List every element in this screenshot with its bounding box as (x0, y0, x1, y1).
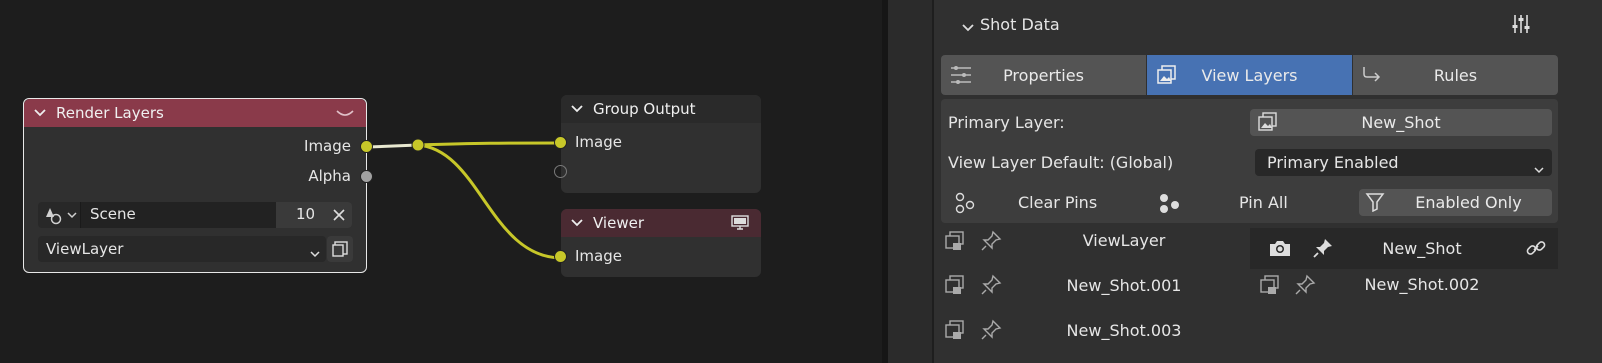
new-layer-icon[interactable] (327, 236, 353, 262)
side-gutter (888, 0, 932, 363)
layer-item-primary[interactable]: New_Shot (1250, 228, 1558, 269)
collapse-icon[interactable] (336, 105, 354, 123)
render-layers-header[interactable]: Render Layers (24, 99, 366, 127)
layer-name: New_Shot.003 (1066, 321, 1182, 340)
filter-icon (1365, 192, 1385, 212)
input-socket-image[interactable] (554, 250, 567, 263)
viewer-node[interactable]: Viewer Image (554, 209, 761, 277)
node-title: Group Output (593, 100, 696, 118)
view-layer-name: ViewLayer (46, 240, 124, 258)
view-layers-icon (1155, 64, 1177, 90)
pin-all-button[interactable]: Pin All (1156, 189, 1356, 217)
view-layer-default-label: View Layer Default: (Global) (948, 153, 1174, 172)
group-output-node[interactable]: Group Output Image (554, 95, 761, 193)
camera-icon[interactable] (943, 230, 967, 252)
scene-user-count: 10 (296, 205, 316, 223)
chevron-down-icon[interactable] (571, 105, 585, 113)
view-layer-default-value: Primary Enabled (1267, 153, 1399, 172)
pin-icon[interactable] (980, 230, 1002, 252)
output-socket-image[interactable] (360, 140, 373, 153)
input-label-image: Image (575, 247, 622, 265)
layer-name: New_Shot.001 (1066, 276, 1182, 295)
chevron-down-icon[interactable] (34, 109, 48, 117)
chevron-down-icon[interactable] (571, 219, 585, 227)
shot-data-panel: Shot Data Properties View Layers Rules P… (934, 0, 1602, 363)
camera-icon[interactable] (1268, 238, 1292, 258)
pin-all-label: Pin All (1239, 193, 1288, 212)
dropdown-arrow-icon (1534, 159, 1544, 178)
camera-icon[interactable] (943, 274, 967, 296)
rules-icon (1361, 64, 1383, 90)
clear-pins-button[interactable]: Clear Pins (948, 189, 1148, 217)
link-image-reroute (367, 143, 419, 149)
view-layer-default-dropdown[interactable]: Primary Enabled (1255, 149, 1552, 176)
clear-pins-label: Clear Pins (1018, 193, 1098, 212)
primary-layer-value: New_Shot (1361, 113, 1441, 132)
tab-label: Rules (1433, 65, 1478, 85)
output-label-image: Image (304, 137, 351, 155)
link-icon[interactable] (1525, 237, 1547, 259)
dropdown-arrow-icon (310, 244, 320, 262)
monitor-icon[interactable] (731, 215, 749, 235)
pin-icon[interactable] (1294, 274, 1316, 296)
section-title[interactable]: Shot Data (980, 15, 1060, 34)
tab-label: View Layers (1201, 65, 1298, 85)
scene-name: Scene (90, 205, 136, 223)
pin-icon[interactable] (980, 319, 1002, 341)
view-layers-icon (1256, 112, 1278, 132)
reroute-socket (411, 138, 425, 152)
settings-sliders-icon[interactable] (1510, 13, 1532, 39)
link-to-viewer (417, 143, 563, 260)
view-layer-dropdown[interactable]: ViewLayer (38, 236, 326, 262)
viewer-header[interactable]: Viewer (561, 209, 761, 237)
pin-all-icon (1156, 191, 1182, 215)
render-layers-node[interactable]: Render Layers Image Alpha Scene 10 ViewL… (23, 98, 373, 273)
tab-rules[interactable]: Rules (1353, 55, 1558, 95)
layer-item[interactable]: New_Shot.003 (934, 317, 1250, 345)
layer-name: New_Shot.002 (1364, 275, 1480, 294)
scene-icon[interactable] (44, 205, 80, 229)
input-socket-empty[interactable] (554, 165, 567, 178)
node-editor[interactable]: Render Layers Image Alpha Scene 10 ViewL… (0, 0, 882, 363)
enabled-only-button[interactable]: Enabled Only (1359, 189, 1552, 216)
group-output-header[interactable]: Group Output (561, 95, 761, 123)
layer-name: New_Shot (1382, 239, 1462, 258)
chevron-down-icon[interactable] (962, 18, 974, 36)
node-title: Render Layers (56, 104, 164, 122)
enabled-only-label: Enabled Only (1415, 193, 1522, 212)
primary-layer-button[interactable]: New_Shot (1250, 109, 1552, 136)
output-socket-alpha[interactable] (360, 170, 373, 183)
camera-icon[interactable] (943, 319, 967, 341)
layer-name: ViewLayer (1082, 231, 1166, 250)
node-title: Viewer (593, 214, 644, 232)
scene-selector[interactable]: Scene 10 (38, 202, 352, 228)
tab-view-layers[interactable]: View Layers (1147, 55, 1352, 95)
primary-layer-label: Primary Layer: (948, 113, 1065, 132)
settings-sliders-icon (949, 64, 973, 90)
input-socket-image[interactable] (554, 136, 567, 149)
link-to-group-output (417, 141, 563, 147)
pin-icon[interactable] (980, 274, 1002, 296)
layer-item[interactable]: ViewLayer (934, 228, 1250, 256)
tab-label: Properties (1003, 65, 1084, 85)
output-label-alpha: Alpha (308, 167, 351, 185)
pins-icon (954, 191, 976, 215)
layer-item[interactable]: New_Shot.002 (1250, 272, 1558, 300)
camera-icon[interactable] (1258, 274, 1282, 296)
close-icon[interactable] (326, 202, 352, 228)
input-label-image: Image (575, 133, 622, 151)
layer-item[interactable]: New_Shot.001 (934, 272, 1250, 300)
tab-properties[interactable]: Properties (941, 55, 1146, 95)
